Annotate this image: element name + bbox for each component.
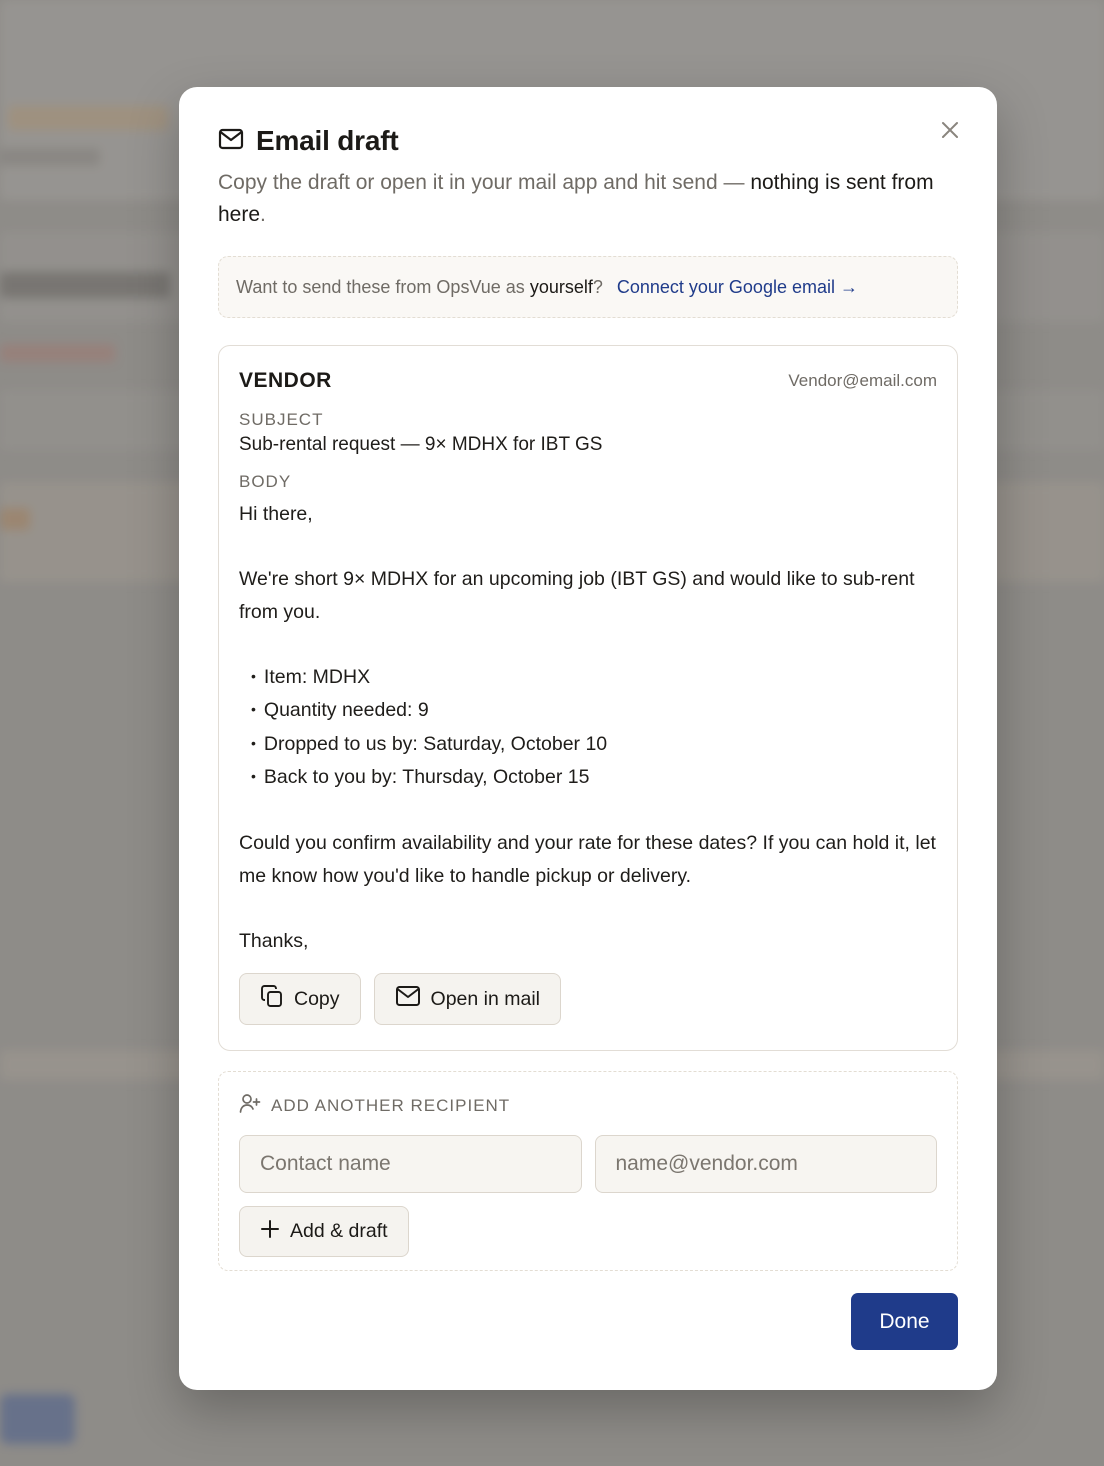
add-recipient-header: ADD ANOTHER RECIPIENT bbox=[239, 1092, 937, 1119]
draft-card: VENDOR Vendor@email.com SUBJECT Sub-rent… bbox=[218, 345, 958, 1051]
connect-google-link[interactable]: Connect your Google email → bbox=[617, 277, 858, 298]
mail-icon bbox=[395, 985, 421, 1013]
close-icon bbox=[940, 120, 960, 145]
connect-prompt-emphasis: yourself bbox=[529, 276, 593, 297]
subject-label: SUBJECT bbox=[239, 410, 324, 429]
body-closing-question: Could you confirm availability and your … bbox=[239, 832, 936, 887]
email-body: Hi there, We're short 9× MDHX for an upc… bbox=[239, 498, 937, 957]
list-item: Item: MDHX bbox=[251, 661, 937, 695]
draft-card-header: VENDOR Vendor@email.com bbox=[239, 366, 937, 396]
dialog-header: Email draft bbox=[218, 123, 958, 159]
copy-button-label: Copy bbox=[294, 987, 340, 1010]
body-label: BODY bbox=[239, 472, 292, 491]
list-item: Back to you by: Thursday, October 15 bbox=[251, 761, 937, 795]
body-signoff: Thanks, bbox=[239, 929, 309, 952]
dialog-subtitle: Copy the draft or open it in your mail a… bbox=[218, 167, 938, 231]
add-recipient-heading: ADD ANOTHER RECIPIENT bbox=[271, 1095, 511, 1115]
body-item-list: Item: MDHX Quantity needed: 9 Dropped to… bbox=[239, 661, 937, 795]
subtitle-suffix: . bbox=[260, 203, 266, 226]
connect-prompt-text: Want to send these from OpsVue as bbox=[236, 276, 530, 297]
connect-prompt-suffix: ? bbox=[592, 276, 603, 297]
email-draft-dialog: Email draft Copy the draft or open it in… bbox=[179, 87, 997, 1390]
add-recipient-section: ADD ANOTHER RECIPIENT Add & draft bbox=[218, 1071, 958, 1271]
open-in-mail-label: Open in mail bbox=[430, 987, 540, 1010]
draft-actions: Copy Open in mail bbox=[239, 973, 937, 1025]
add-user-icon bbox=[239, 1092, 261, 1119]
vendor-email: Vendor@email.com bbox=[788, 371, 937, 390]
vendor-name: VENDOR bbox=[239, 369, 332, 392]
recipient-inputs bbox=[239, 1135, 937, 1193]
open-in-mail-button[interactable]: Open in mail bbox=[373, 973, 561, 1025]
contact-name-input[interactable] bbox=[239, 1135, 582, 1193]
copy-icon bbox=[260, 984, 284, 1014]
add-and-draft-button[interactable]: Add & draft bbox=[239, 1206, 409, 1257]
copy-button[interactable]: Copy bbox=[239, 973, 361, 1025]
connect-google-banner: Want to send these from OpsVue as yourse… bbox=[218, 256, 958, 318]
plus-icon bbox=[260, 1219, 280, 1245]
body-greeting: Hi there, bbox=[239, 503, 313, 525]
dialog-title: Email draft bbox=[256, 125, 399, 156]
mail-icon bbox=[218, 128, 244, 155]
body-intro: We're short 9× MDHX for an upcoming job … bbox=[239, 568, 915, 623]
subject-text: Sub-rental request — 9× MDHX for IBT GS bbox=[239, 434, 603, 455]
add-and-draft-label: Add & draft bbox=[290, 1220, 388, 1242]
list-item: Dropped to us by: Saturday, October 10 bbox=[251, 728, 937, 762]
done-button[interactable]: Done bbox=[851, 1293, 958, 1350]
contact-email-input[interactable] bbox=[594, 1135, 937, 1193]
close-button[interactable] bbox=[937, 119, 963, 145]
subtitle-text: Copy the draft or open it in your mail a… bbox=[218, 171, 751, 194]
list-item: Quantity needed: 9 bbox=[251, 694, 937, 728]
